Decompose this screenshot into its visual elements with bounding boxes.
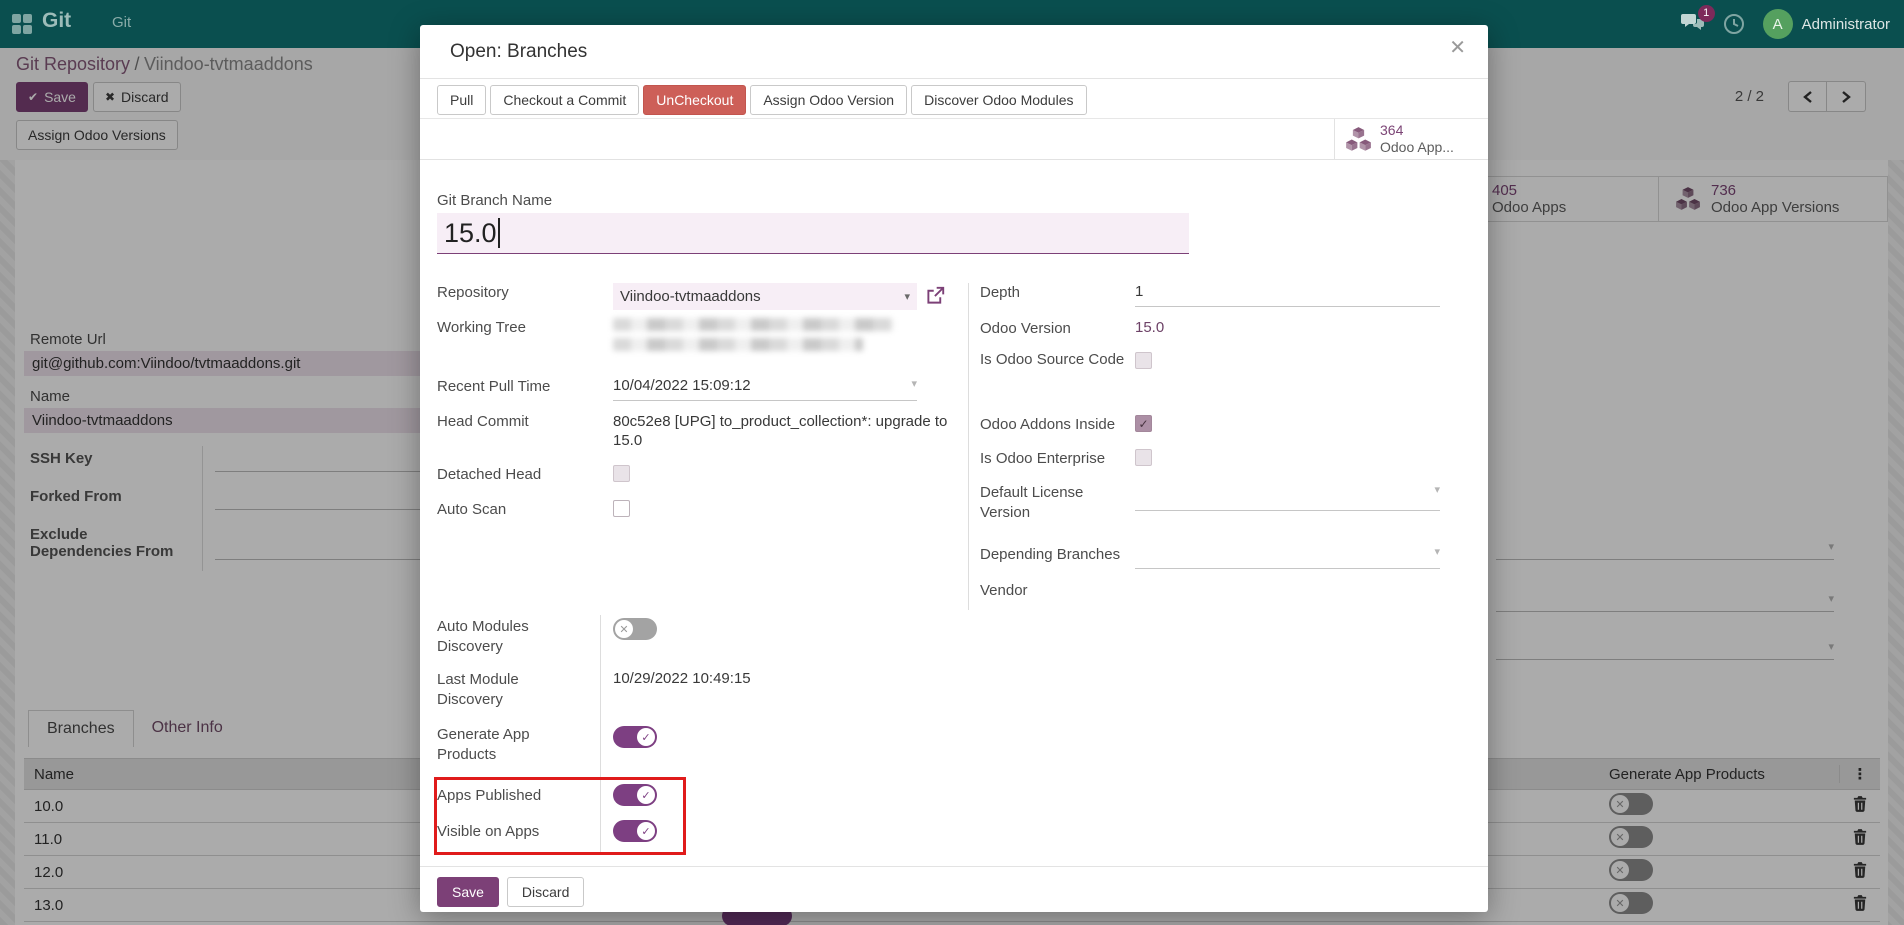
activities-clock-icon[interactable] bbox=[1723, 13, 1745, 35]
button-box: 364 Odoo App... bbox=[420, 118, 1488, 160]
toggle-check-icon: ✓ bbox=[637, 728, 655, 746]
checkout-a-commit-button[interactable]: Checkout a Commit bbox=[490, 85, 639, 115]
divider bbox=[420, 866, 1488, 867]
caret-down-icon: ▾ bbox=[904, 290, 910, 303]
toggle-cross-icon: ✕ bbox=[615, 620, 633, 638]
user-menu[interactable]: A Administrator bbox=[1763, 9, 1890, 39]
head-commit-value: 80c52e8 [UPG] to_product_collection*: up… bbox=[613, 412, 963, 450]
assign-odoo-version-button[interactable]: Assign Odoo Version bbox=[750, 85, 907, 115]
working-tree-value-redacted bbox=[613, 318, 893, 351]
is-odoo-source-code-label: Is Odoo Source Code bbox=[980, 350, 1135, 370]
git-branch-name-label: Git Branch Name bbox=[437, 191, 552, 211]
git-branch-name-input[interactable]: 15.0 bbox=[437, 213, 1189, 254]
is-odoo-source-code-checkbox[interactable] bbox=[1135, 352, 1152, 369]
depth-input[interactable]: 1 bbox=[1135, 283, 1440, 307]
odoo-addons-inside-checkbox[interactable]: ✓ bbox=[1135, 415, 1152, 432]
discover-odoo-modules-button[interactable]: Discover Odoo Modules bbox=[911, 85, 1086, 115]
open-branches-modal: Open: Branches ✕ Pull Checkout a Commit … bbox=[420, 25, 1488, 912]
stat-label: Odoo App... bbox=[1380, 139, 1454, 156]
messages-badge: 1 bbox=[1698, 5, 1715, 22]
detached-head-label: Detached Head bbox=[437, 465, 613, 485]
external-link-icon[interactable] bbox=[926, 286, 945, 305]
text-cursor bbox=[498, 218, 500, 248]
vendor-field[interactable] bbox=[1135, 581, 1440, 601]
group-divider bbox=[968, 283, 969, 610]
working-tree-label: Working Tree bbox=[437, 318, 613, 351]
annotation-highlight-box bbox=[434, 777, 686, 855]
modal-title: Open: Branches bbox=[450, 41, 587, 63]
caret-down-icon: ▾ bbox=[1434, 483, 1440, 496]
modal-save-button[interactable]: Save bbox=[437, 877, 499, 907]
modal-discard-button[interactable]: Discard bbox=[507, 877, 584, 907]
caret-down-icon: ▾ bbox=[911, 377, 917, 400]
menu-item-git[interactable]: Git bbox=[112, 14, 131, 31]
generate-app-products-label: Generate App Products bbox=[437, 725, 587, 765]
depth-label: Depth bbox=[980, 283, 1135, 307]
apps-menu-icon[interactable] bbox=[12, 14, 32, 34]
repository-select[interactable]: Viindoo-tvtmaaddons ▾ bbox=[613, 283, 917, 310]
auto-scan-checkbox[interactable] bbox=[613, 500, 630, 517]
repository-label: Repository bbox=[437, 283, 613, 310]
messages-button[interactable]: 1 bbox=[1681, 12, 1705, 37]
odoo-version-label: Odoo Version bbox=[980, 319, 1135, 339]
default-license-version-select[interactable]: ▾ bbox=[1135, 483, 1440, 511]
head-commit-label: Head Commit bbox=[437, 412, 613, 450]
uncheckout-button[interactable]: UnCheckout bbox=[643, 85, 746, 115]
is-odoo-enterprise-label: Is Odoo Enterprise bbox=[980, 449, 1135, 469]
odoo-addons-inside-label: Odoo Addons Inside bbox=[980, 415, 1135, 435]
vendor-label: Vendor bbox=[980, 581, 1135, 601]
is-odoo-enterprise-checkbox[interactable] bbox=[1135, 449, 1152, 466]
last-module-discovery-value: 10/29/2022 10:49:15 bbox=[613, 670, 751, 710]
default-license-version-label: Default License Version bbox=[980, 483, 1135, 523]
depending-branches-label: Depending Branches bbox=[980, 545, 1135, 569]
auto-modules-discovery-label: Auto Modules Discovery bbox=[437, 617, 587, 657]
pull-button[interactable]: Pull bbox=[437, 85, 486, 115]
app-brand[interactable]: Git bbox=[42, 9, 71, 33]
depending-branches-select[interactable]: ▾ bbox=[1135, 545, 1440, 569]
modal-close-button[interactable]: ✕ bbox=[1449, 35, 1466, 60]
stat-button-odoo-app[interactable]: 364 Odoo App... bbox=[1334, 119, 1480, 159]
auto-modules-discovery-toggle[interactable]: ✕ bbox=[613, 618, 657, 640]
avatar: A bbox=[1763, 9, 1793, 39]
generate-app-products-toggle[interactable]: ✓ bbox=[613, 726, 657, 748]
screen: Git Repository / Viindoo-tvtmaaddons ✔ S… bbox=[0, 0, 1904, 925]
last-module-discovery-label: Last Module Discovery bbox=[437, 670, 587, 710]
auto-scan-label: Auto Scan bbox=[437, 500, 613, 520]
odoo-version-value[interactable]: 15.0 bbox=[1135, 319, 1164, 339]
recent-pull-time-label: Recent Pull Time bbox=[437, 377, 613, 401]
divider bbox=[420, 78, 1488, 79]
recent-pull-time-input[interactable]: 10/04/2022 15:09:12 ▾ bbox=[613, 377, 917, 401]
stat-value: 364 bbox=[1380, 122, 1454, 139]
user-name: Administrator bbox=[1802, 16, 1890, 33]
detached-head-checkbox[interactable] bbox=[613, 465, 630, 482]
odoo-apps-cubes-icon bbox=[1345, 126, 1372, 153]
caret-down-icon: ▾ bbox=[1434, 545, 1440, 558]
